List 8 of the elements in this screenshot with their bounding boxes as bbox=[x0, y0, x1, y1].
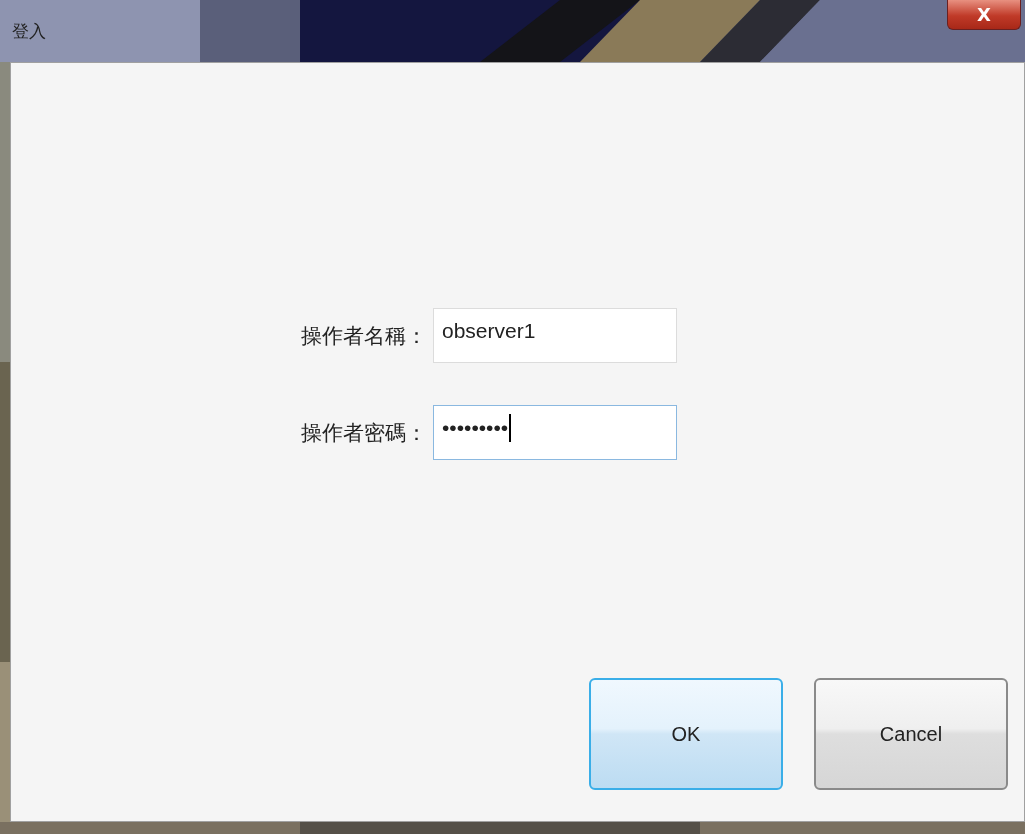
close-button[interactable]: X bbox=[947, 0, 1021, 30]
input-field[interactable]: ••••••••• bbox=[433, 405, 677, 460]
dialog-button[interactable]: Cancel bbox=[814, 678, 1008, 790]
dialog-button[interactable]: OK bbox=[589, 678, 783, 790]
input-field[interactable]: observer1 bbox=[433, 308, 677, 363]
window-title: 登入 bbox=[12, 20, 46, 43]
field-label: 操作者密碼： bbox=[301, 419, 427, 447]
field-label: 操作者名稱： bbox=[301, 322, 427, 350]
